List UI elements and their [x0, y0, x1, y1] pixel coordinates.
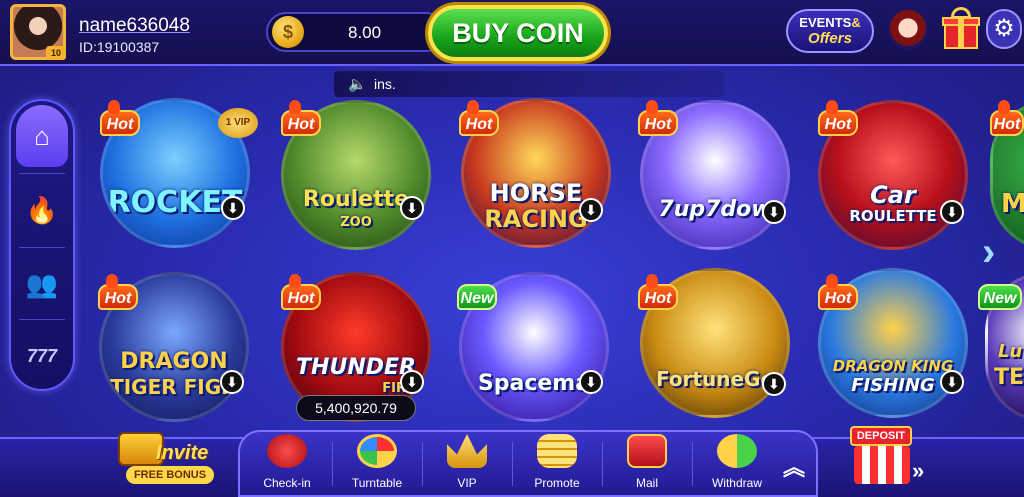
buy-coin-button[interactable]: BUY COIN [428, 5, 608, 61]
download-icon[interactable]: ⬇ [579, 370, 603, 394]
coin-stack-icon [537, 434, 577, 468]
download-icon[interactable]: ⬇ [762, 200, 786, 224]
deposit-stand-icon [854, 446, 910, 484]
vip-badge: 1 VIP [218, 108, 258, 138]
mail-button[interactable]: Mail [604, 432, 690, 497]
turntable-button[interactable]: Turntable [334, 432, 420, 497]
top-bar: 10 name636048 ID:19100387 $ 8.00 BUY COI… [0, 0, 1024, 66]
download-icon[interactable]: ⬇ [579, 198, 603, 222]
hot-badge: Hot [281, 274, 321, 310]
expand-menu-chevron-icon[interactable]: ︽ [783, 450, 805, 482]
new-badge: New [978, 284, 1022, 310]
game-title: DRAGON [120, 349, 228, 374]
user-level-badge: 10 [46, 46, 66, 60]
download-icon[interactable]: ⬇ [762, 372, 786, 396]
hot-badge: Hot [100, 100, 140, 136]
promote-button[interactable]: Promote [514, 432, 600, 497]
download-icon[interactable]: ⬇ [940, 370, 964, 394]
vip-button[interactable]: VIP [424, 432, 510, 497]
new-badge: New [457, 284, 497, 310]
jackpot-counter: 5,400,920.79 [296, 395, 416, 421]
events-label: EVENTS& [799, 15, 861, 30]
free-bonus-label: FREE BONUS [126, 466, 214, 484]
deposit-arrow-icon[interactable]: » [912, 458, 924, 484]
balance-value: 8.00 [348, 23, 382, 42]
gift-icon[interactable] [942, 7, 980, 51]
hot-badge: Hot [638, 274, 678, 310]
turntable-wheel-icon [357, 434, 397, 468]
hot-badge: Hot [98, 274, 138, 310]
withdraw-exchange-icon [717, 434, 757, 468]
offers-label: Offers [808, 30, 852, 47]
hot-badge: Hot [990, 100, 1024, 136]
hot-badge: Hot [638, 100, 678, 136]
hot-badge: Hot [281, 100, 321, 136]
download-icon[interactable]: ⬇ [400, 196, 424, 220]
check-in-button[interactable]: Check-in [244, 432, 330, 497]
username[interactable]: name636048 [79, 15, 190, 37]
hot-badge: Hot [818, 100, 858, 136]
next-page-arrow[interactable]: › [982, 232, 1012, 272]
crown-icon [447, 434, 487, 468]
download-icon[interactable]: ⬇ [221, 196, 245, 220]
hot-badge: Hot [459, 100, 499, 136]
hot-badge: Hot [818, 274, 858, 310]
game-title: M [993, 189, 1024, 219]
game-title: Lu [998, 341, 1023, 362]
nav-home-icon[interactable]: ⌂ [16, 105, 68, 167]
announcement-marquee: 🔈 ins. [334, 71, 724, 97]
nav-players-icon[interactable]: 👥 [16, 253, 68, 315]
deposit-button[interactable]: DEPOSIT [842, 418, 922, 490]
side-nav: ⌂ 🔥 👥 777 [9, 99, 75, 391]
mail-envelope-icon [627, 434, 667, 468]
download-icon[interactable]: ⬇ [940, 200, 964, 224]
invite-label: Invite [156, 442, 209, 464]
check-in-icon [267, 434, 307, 468]
withdraw-button[interactable]: Withdraw [694, 432, 780, 497]
download-icon[interactable]: ⬇ [400, 370, 424, 394]
nav-hot-icon[interactable]: 🔥 [16, 179, 68, 241]
user-id: ID:19100387 [79, 39, 160, 55]
settings-gear-icon[interactable]: ⚙ [986, 9, 1022, 49]
marquee-text: ins. [374, 76, 396, 92]
balance-display[interactable]: $ 8.00 [266, 12, 446, 52]
game-subtitle: TE [994, 365, 1024, 390]
download-icon[interactable]: ⬇ [220, 370, 244, 394]
bottom-menu: Check-in Turntable VIP Promote Mail With… [238, 430, 818, 497]
customer-support-icon[interactable] [888, 10, 928, 50]
events-offers-button[interactable]: EVENTS& Offers [786, 9, 874, 53]
nav-slots-777-icon[interactable]: 777 [16, 325, 68, 387]
speaker-icon: 🔈 [348, 76, 367, 93]
deposit-label: DEPOSIT [850, 426, 912, 446]
invite-button[interactable]: Invite FREE BONUS [112, 428, 222, 490]
coin-icon: $ [272, 16, 304, 48]
